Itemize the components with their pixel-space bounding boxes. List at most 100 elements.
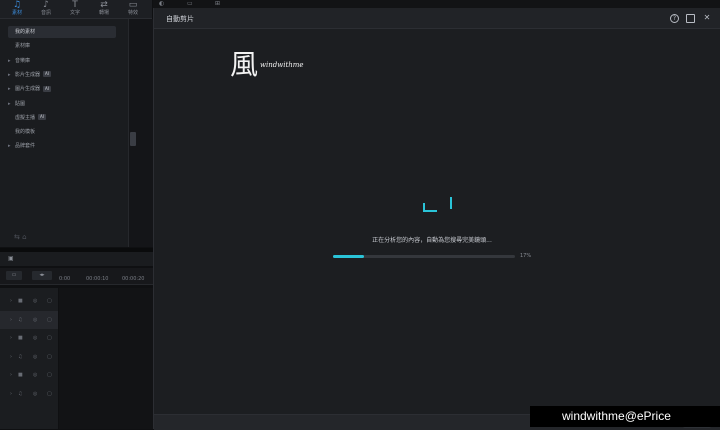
lock-icon[interactable]: ▢ [47, 391, 52, 397]
expand-track-icon[interactable]: › [10, 354, 12, 360]
lock-icon[interactable]: ▢ [47, 317, 52, 323]
video-icon: ■ [18, 372, 23, 378]
visibility-icon[interactable]: ◎ [33, 391, 37, 397]
progress-fill [333, 255, 364, 258]
ruler-tick-label: 00:00:20 [122, 276, 145, 282]
tab-label: 素材 [11, 10, 22, 16]
preview-toolbar-strip: ◐ ▭ ⊞ [153, 0, 720, 8]
track-headers: › ■ ◎ ▢ › ♫ ◎ ▢ › ■ ◎ ▢ › ♫ ◎ ▢ › ■ ◎ ▢ › ♫ ◎ ▢ [0, 288, 58, 429]
expand-track-icon[interactable]: › [10, 372, 12, 378]
expand-arrow-icon: ▸ [8, 143, 11, 150]
video-icon: ■ [18, 298, 23, 304]
watermark-logo: 風 windwithme [230, 48, 310, 88]
timeline-ruler: ▭ ◂▸ 0:00 00:00:10 00:00:20 [0, 268, 153, 285]
ruler-tick-label: 0:00 [59, 276, 71, 282]
fit-timeline-button[interactable]: ▭ [6, 271, 22, 280]
sidebar: ⇆ ⌂ 我的素材 素材庫 ▸ 音樂庫 ▸ 影片生成器 AI ▸ 圖片生成器 AI ▸ 貼圖 虛擬主播 AI… [0, 19, 129, 247]
transition-icon: ⇄ [100, 0, 108, 10]
media-icon: ♫ [12, 0, 22, 10]
visibility-icon[interactable]: ◎ [33, 317, 37, 323]
logo-signature: windwithme [260, 61, 304, 69]
audio-icon: ♫ [18, 353, 23, 360]
sidebar-item-label: 虛擬主播 [15, 114, 36, 121]
progress-percent: 17% [520, 253, 532, 259]
expand-arrow-icon: ▸ [8, 100, 11, 107]
expand-track-icon[interactable]: › [10, 335, 12, 341]
sidebar-footer-icons[interactable]: ⇆ ⌂ [14, 233, 27, 241]
sidebar-item[interactable]: ▸ 音樂庫 [8, 55, 116, 67]
caption-icon: ▭ [128, 0, 138, 10]
timeline-toolbar: ▣ [0, 252, 153, 266]
zoom-timeline-button[interactable]: ◂▸ [32, 271, 52, 280]
collapse-handle[interactable] [130, 132, 136, 146]
dialog-header: 自動剪片 ? ✕ [154, 8, 720, 29]
expand-arrow-icon: ▸ [8, 86, 11, 93]
tab-caption[interactable]: ▭ 特效 [120, 0, 146, 18]
visibility-icon[interactable]: ◎ [33, 372, 37, 378]
ai-badge: AI [38, 114, 46, 121]
sidebar-item[interactable]: 我的素材 [8, 26, 116, 38]
track-area[interactable] [59, 288, 153, 429]
track-header[interactable]: › ♫ ◎ ▢ [4, 385, 56, 403]
audio-icon: ♫ [18, 390, 23, 397]
sidebar-item-label: 圖片生成器 [15, 86, 41, 93]
track-header[interactable]: › ♫ ◎ ▢ [0, 310, 58, 329]
close-icon[interactable]: ✕ [702, 13, 712, 23]
track-header[interactable]: › ■ ◎ ▢ [4, 329, 56, 347]
timeline-settings-icon[interactable]: ▣ [8, 255, 14, 262]
sidebar-item[interactable]: ▸ 貼圖 [8, 98, 116, 110]
sidebar-item[interactable]: 素材庫 [8, 40, 116, 52]
lock-icon[interactable]: ▢ [47, 298, 52, 304]
maximize-icon[interactable] [686, 14, 695, 23]
sidebar-item[interactable]: ▸ 品牌套件 [8, 140, 116, 152]
tab-media[interactable]: ♫ 素材 [4, 0, 30, 18]
tab-text[interactable]: T 文字 [62, 0, 88, 18]
expand-arrow-icon: ▸ [8, 71, 11, 78]
expand-track-icon[interactable]: › [10, 298, 12, 304]
sidebar-item-label: 品牌套件 [15, 143, 36, 150]
expand-track-icon[interactable]: › [10, 317, 12, 323]
lock-icon[interactable]: ▢ [47, 335, 52, 341]
tab-label: 特效 [127, 10, 138, 16]
loading-animation-icon [423, 195, 453, 213]
ai-badge: AI [43, 71, 51, 78]
dialog-title: 自動剪片 [166, 15, 194, 23]
grid-icon[interactable]: ⊞ [215, 0, 220, 7]
tab-label: 轉場 [98, 10, 109, 16]
sidebar-item[interactable]: ▸ 影片生成器 AI [8, 69, 116, 81]
tab-transition[interactable]: ⇄ 轉場 [91, 0, 117, 18]
analysis-status-text: 正在分析您的內容，自動為您搜尋完美鏡頭... [372, 237, 492, 244]
sidebar-item-label: 貼圖 [15, 100, 26, 107]
lock-icon[interactable]: ▢ [47, 354, 52, 360]
sidebar-item-label: 我的素材 [15, 29, 36, 35]
visibility-icon[interactable]: ◎ [33, 335, 37, 341]
ai-badge: AI [43, 85, 51, 92]
expand-arrow-icon: ▸ [8, 57, 11, 64]
visibility-icon[interactable]: ◎ [33, 298, 37, 304]
track-header[interactable]: › ♫ ◎ ▢ [4, 348, 56, 366]
tab-music[interactable]: ♪ 音訊 [33, 0, 59, 18]
lock-icon[interactable]: ▢ [47, 372, 52, 378]
track-header[interactable]: › ■ ◎ ▢ [4, 366, 56, 384]
video-icon: ■ [18, 335, 23, 341]
visibility-icon[interactable]: ◎ [33, 354, 37, 360]
sidebar-item[interactable]: 虛擬主播 AI [8, 112, 116, 124]
sidebar-item[interactable]: 我的模板 [8, 126, 116, 138]
frame-icon[interactable]: ▭ [187, 0, 193, 7]
logo-glyph: 風 [230, 48, 259, 81]
tab-label: 音訊 [40, 10, 51, 16]
text-icon: T [72, 0, 78, 10]
sidebar-item-label: 我的模板 [15, 129, 36, 136]
color-icon[interactable]: ◐ [159, 0, 164, 7]
audio-icon: ♫ [18, 316, 23, 323]
help-icon[interactable]: ? [670, 14, 679, 23]
sidebar-item-label: 影片生成器 [15, 71, 41, 78]
track-header[interactable]: › ■ ◎ ▢ [4, 292, 56, 310]
expand-track-icon[interactable]: › [10, 391, 12, 397]
sidebar-item-label: 音樂庫 [15, 57, 31, 64]
auto-edit-dialog: 自動剪片 ? ✕ 風 windwithme 正在分析您的內容，自動為您搜尋完美鏡… [153, 8, 720, 430]
tab-label: 文字 [69, 10, 80, 16]
ruler-tick-label: 00:00:10 [86, 276, 109, 282]
music-icon: ♪ [43, 0, 49, 10]
sidebar-item[interactable]: ▸ 圖片生成器 AI [8, 83, 116, 95]
